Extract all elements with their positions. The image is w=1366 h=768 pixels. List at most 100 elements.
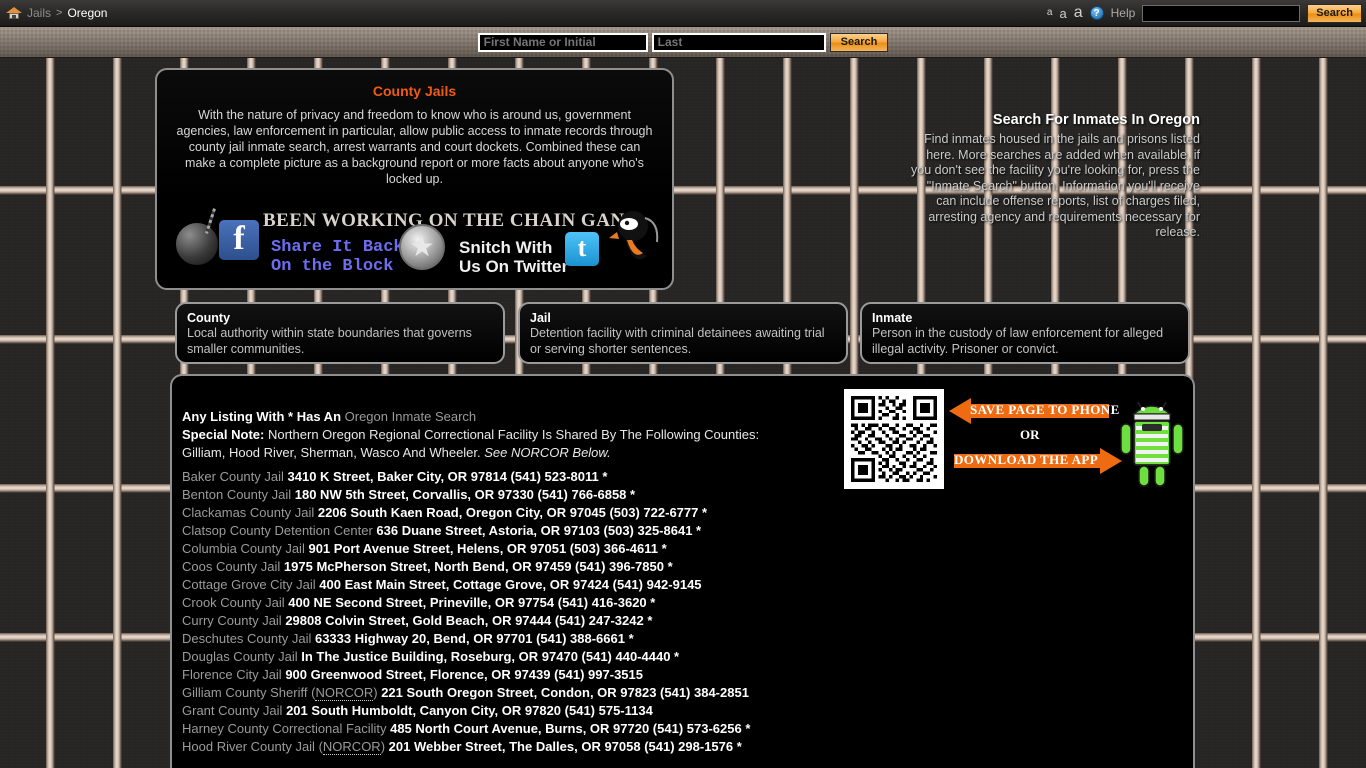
jail-list-item[interactable]: Florence City Jail 900 Greenwood Street,… xyxy=(182,666,862,684)
jail-list-item[interactable]: Hood River County Jail (NORCOR) 201 Webb… xyxy=(182,738,862,756)
jail-list-item[interactable]: Clackamas County Jail 2206 South Kaen Ro… xyxy=(182,504,862,522)
definition-term: County xyxy=(187,311,231,325)
jail-abbr: (NORCOR) xyxy=(311,685,378,701)
jail-list-item[interactable]: Deschutes County Jail 63333 Highway 20, … xyxy=(182,630,862,648)
definition-description: Local authority within state boundaries … xyxy=(187,326,472,356)
definition-box-jail: Jail Detention facility with criminal de… xyxy=(518,302,848,364)
jail-address: 1975 McPherson Street, North Bend, OR 97… xyxy=(283,559,673,574)
jail-name: Crook County Jail xyxy=(182,595,285,610)
jail-list-item[interactable]: Grant County Jail 201 South Humboldt, Ca… xyxy=(182,702,862,720)
jail-name: Harney County Correctional Facility xyxy=(182,721,387,736)
jail-address: 485 North Court Avenue, Burns, OR 97720 … xyxy=(390,721,751,736)
inmate-search-link[interactable]: Oregon Inmate Search xyxy=(345,409,477,424)
header-tools: a a a ? Help Search xyxy=(1047,3,1366,23)
jail-address: 400 East Main Street, Cottage Grove, OR … xyxy=(319,577,702,592)
twitter-icon[interactable]: t xyxy=(565,232,599,266)
or-label: OR xyxy=(1020,427,1040,442)
jail-address: 900 Greenwood Street, Florence, OR 97439… xyxy=(285,667,643,682)
page-root: Jails > Oregon a a a ? Help Search Searc… xyxy=(0,0,1366,768)
jail-list: Baker County Jail 3410 K Street, Baker C… xyxy=(182,468,862,756)
definition-description: Detention facility with criminal detaine… xyxy=(530,326,825,356)
jail-list-item[interactable]: Benton County Jail 180 NW 5th Street, Co… xyxy=(182,486,862,504)
jail-list-item[interactable]: Douglas County Jail In The Justice Build… xyxy=(182,648,862,666)
jail-name: Baker County Jail xyxy=(182,469,284,484)
jail-name: Columbia County Jail xyxy=(182,541,305,556)
jail-list-item[interactable]: Harney County Correctional Facility 485 … xyxy=(182,720,862,738)
jail-name: Hood River County Jail xyxy=(182,739,315,754)
twitter-bird-icon xyxy=(609,211,659,260)
jail-address: 201 Webber Street, The Dalles, OR 97058 … xyxy=(388,739,742,754)
font-size-medium-button[interactable]: a xyxy=(1059,7,1066,20)
jail-listing-panel: Any Listing With * Has An Oregon Inmate … xyxy=(170,374,1195,768)
right-intro-block: Search For Inmates In Oregon Find inmate… xyxy=(905,112,1200,241)
star-note: Any Listing With * Has An Oregon Inmate … xyxy=(182,408,862,426)
facebook-share-line1: Share It Back xyxy=(271,238,404,257)
jail-address: 29808 Colvin Street, Gold Beach, OR 9744… xyxy=(285,613,653,628)
twitter-share-label[interactable]: Snitch With Us On Twitter xyxy=(459,238,568,276)
shared-counties: Gilliam, Hood River, Sherman, Wasco And … xyxy=(182,445,481,460)
jail-name: Coos County Jail xyxy=(182,559,281,574)
facebook-share-line2: On the Block xyxy=(271,257,394,276)
jail-list-item[interactable]: Crook County Jail 400 NE Second Street, … xyxy=(182,594,862,612)
site-search-button[interactable]: Search xyxy=(1307,3,1362,23)
jail-list-item[interactable]: Columbia County Jail 901 Port Avenue Str… xyxy=(182,540,862,558)
name-search-button[interactable]: Search xyxy=(829,32,889,52)
page-title: County Jails xyxy=(372,83,457,99)
jail-name: Florence City Jail xyxy=(182,667,282,682)
jail-list-item[interactable]: Cottage Grove City Jail 400 East Main St… xyxy=(182,576,862,594)
social-share-banner: BEEN WORKING ON THE CHAIN GANG f Share I… xyxy=(167,202,662,288)
banner-headline: BEEN WORKING ON THE CHAIN GANG xyxy=(263,210,640,231)
jail-name: Clackamas County Jail xyxy=(182,505,315,520)
jail-name: Grant County Jail xyxy=(182,703,283,718)
jail-address: 63333 Highway 20, Bend, OR 97701 (541) 3… xyxy=(314,631,634,646)
jail-name: Benton County Jail xyxy=(182,487,292,502)
definition-box-county: County Local authority within state boun… xyxy=(175,302,505,364)
help-icon[interactable]: ? xyxy=(1089,6,1104,20)
jail-list-item[interactable]: Coos County Jail 1975 McPherson Street, … xyxy=(182,558,862,576)
save-page-label[interactable]: SAVE PAGE TO PHONE xyxy=(970,402,1120,418)
first-name-input[interactable] xyxy=(477,32,648,52)
intro-panel: County Jails With the nature of privacy … xyxy=(155,68,674,290)
download-app-label[interactable]: DOWNLOAD THE APP xyxy=(954,452,1098,468)
jail-address: 400 NE Second Street, Prineville, OR 977… xyxy=(288,595,656,610)
special-note-label: Special Note: xyxy=(182,427,265,442)
jail-list-item[interactable]: Gilliam County Sheriff (NORCOR) 221 Sout… xyxy=(182,684,862,702)
font-size-small-button[interactable]: a xyxy=(1047,8,1053,18)
shared-counties-line: Gilliam, Hood River, Sherman, Wasco And … xyxy=(182,444,862,462)
jail-address: 180 NW 5th Street, Corvallis, OR 97330 (… xyxy=(294,487,636,502)
twitter-share-line2: Us On Twitter xyxy=(459,257,569,276)
app-promo-block: SAVE PAGE TO PHONE OR DOWNLOAD THE APP xyxy=(844,386,1193,496)
definition-term: Jail xyxy=(530,311,551,325)
jail-name: Douglas County Jail xyxy=(182,649,298,664)
qr-code-container[interactable] xyxy=(844,389,944,489)
jail-list-item[interactable]: Clatsop County Detention Center 636 Duan… xyxy=(182,522,862,540)
facebook-icon[interactable]: f xyxy=(219,220,259,260)
jail-address: 901 Port Avenue Street, Helens, OR 97051… xyxy=(308,541,667,556)
facebook-share-label[interactable]: Share It Back On the Block xyxy=(271,238,404,276)
intro-paragraph: With the nature of privacy and freedom t… xyxy=(176,108,653,186)
font-size-large-button[interactable]: a xyxy=(1074,5,1083,21)
jail-address: 3410 K Street, Baker City, OR 97814 (541… xyxy=(287,469,608,484)
jail-name: Clatsop County Detention Center xyxy=(182,523,373,538)
jail-list-item[interactable]: Baker County Jail 3410 K Street, Baker C… xyxy=(182,468,862,486)
jail-address: In The Justice Building, Roseburg, OR 97… xyxy=(301,649,680,664)
special-note: Special Note: Northern Oregon Regional C… xyxy=(182,426,862,444)
breadcrumb: Jails > Oregon xyxy=(0,6,107,20)
home-icon[interactable] xyxy=(6,6,22,20)
help-label[interactable]: Help xyxy=(1111,6,1136,20)
wrecking-ball-icon xyxy=(175,222,219,266)
definition-description: Person in the custody of law enforcement… xyxy=(872,326,1164,356)
sheriff-star-icon: ★ xyxy=(399,224,445,270)
breadcrumb-root-link[interactable]: Jails xyxy=(27,6,51,20)
jail-list-item[interactable]: Curry County Jail 29808 Colvin Street, G… xyxy=(182,612,862,630)
jail-address: 2206 South Kaen Road, Oregon City, OR 97… xyxy=(317,505,708,520)
breadcrumb-current: Oregon xyxy=(67,6,108,20)
android-robot-icon[interactable] xyxy=(1116,388,1188,488)
last-name-input[interactable] xyxy=(651,32,826,52)
jail-address: 221 South Oregon Street, Condon, OR 9782… xyxy=(381,685,749,700)
right-intro-paragraph: Find inmates housed in the jails and pri… xyxy=(911,132,1200,239)
jail-abbr: (NORCOR) xyxy=(318,739,386,755)
site-search-input[interactable] xyxy=(1142,4,1301,22)
jail-address: 201 South Humboldt, Canyon City, OR 9782… xyxy=(286,703,653,718)
right-intro-title: Search For Inmates In Oregon xyxy=(992,112,1200,128)
